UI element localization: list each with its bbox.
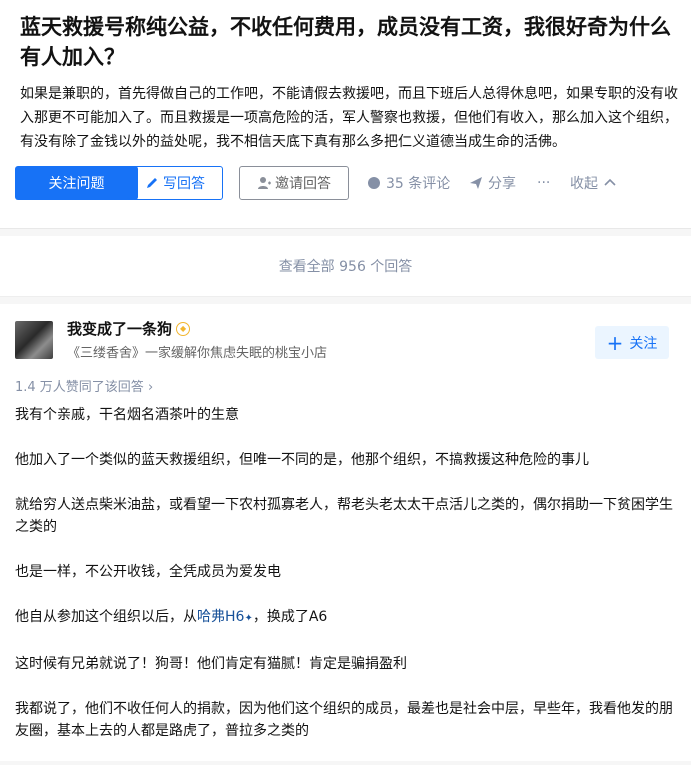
write-answer-button[interactable]: 写回答 — [127, 166, 223, 200]
avatar[interactable] — [15, 321, 53, 359]
chevron-up-icon — [604, 178, 616, 186]
paragraph-text: ，换成了A6 — [252, 609, 328, 625]
paragraph: 就给穷人送点柴米油盐，或看望一下农村孤寡老人，帮老头老太太干点活儿之类的，偶尔捐… — [15, 497, 673, 535]
paragraph: 他加入了一个类似的蓝天救援组织，但唯一不同的是，他那个组织，不搞救援这种危险的事… — [15, 452, 589, 468]
comments-button[interactable]: 35 条评论 — [367, 166, 450, 200]
pencil-icon — [147, 178, 157, 188]
question-actions: 关注问题 写回答 邀请回答 35 条评论 分享 ··· 收起 — [15, 166, 691, 200]
more-button[interactable]: ··· — [537, 166, 550, 200]
invite-answer-label: 邀请回答 — [275, 176, 331, 192]
collapse-label: 收起 — [570, 176, 598, 192]
invite-user-icon — [258, 177, 271, 189]
author-name[interactable]: 我变成了一条狗 — [67, 318, 172, 339]
answer-content: 我有个亲戚，干名烟名酒茶叶的生意 他加入了一个类似的蓝天救援组织，但唯一不同的是… — [15, 404, 673, 765]
question-description: 如果是兼职的，首先得做自己的工作吧，不能请假去救援吧，而且下班后人总得休息吧，如… — [20, 86, 678, 150]
question-title: 蓝天救援号称纯公益，不收任何费用，成员没有工资，我很好奇为什么有人加入？ — [20, 15, 671, 69]
question-card: 蓝天救援号称纯公益，不收任何费用，成员没有工资，我很好奇为什么有人加入？ 如果是… — [0, 0, 691, 229]
paragraph-text: 他自从参加这个组织以后，从 — [15, 609, 197, 625]
paragraph: 我都说了，他们不收任何人的捐款，因为他们这个组织的成员，最差也是社会中层，早些年… — [15, 701, 673, 739]
chevron-right-icon: › — [147, 380, 154, 395]
invite-answer-button[interactable]: 邀请回答 — [239, 166, 349, 200]
follow-author-label: 关注 — [629, 335, 658, 352]
author-bio: 《三缕香舍》一家缓解你焦虑失眠的桃宝小店 — [67, 346, 328, 361]
comment-icon — [368, 177, 380, 189]
share-button[interactable]: 分享 — [469, 166, 516, 200]
follow-question-button[interactable]: 关注问题 — [15, 166, 138, 200]
paragraph: 他自从参加这个组织以后，从哈弗H6✦，换成了A6 — [15, 606, 673, 630]
answer-card: 我变成了一条狗 ◆ 《三缕香舍》一家缓解你焦虑失眠的桃宝小店 + 关注 1.4 … — [0, 304, 691, 761]
paragraph: 也是一样，不公开收钱，全凭成员为爱发电 — [15, 564, 281, 580]
collapse-button[interactable]: 收起 — [570, 166, 617, 200]
car-link[interactable]: 哈弗H6 — [197, 609, 244, 625]
comments-count: 35 条评论 — [386, 176, 451, 192]
follow-author-button[interactable]: + 关注 — [595, 326, 669, 359]
plus-icon: + — [606, 330, 624, 355]
write-answer-label: 写回答 — [163, 176, 205, 192]
section-gap — [0, 229, 691, 236]
sparkle-icon: ✦ — [244, 613, 253, 624]
author-name-row: 我变成了一条狗 ◆ — [67, 318, 191, 339]
paper-plane-icon — [470, 177, 482, 189]
share-label: 分享 — [488, 176, 516, 192]
section-gap — [0, 297, 691, 304]
view-all-answers-link[interactable]: 查看全部 956 个回答 — [0, 236, 691, 297]
paragraph: 这时候有兄弟就说了！狗哥！他们肯定有猫腻！肯定是骗捐盈利 — [15, 656, 407, 672]
vote-count[interactable]: 1.4 万人赞同了该回答 › — [15, 376, 153, 395]
badge-icon: ◆ — [176, 321, 191, 336]
vote-count-label: 1.4 万人赞同了该回答 — [15, 380, 144, 395]
paragraph: 我有个亲戚，干名烟名酒茶叶的生意 — [15, 407, 239, 423]
